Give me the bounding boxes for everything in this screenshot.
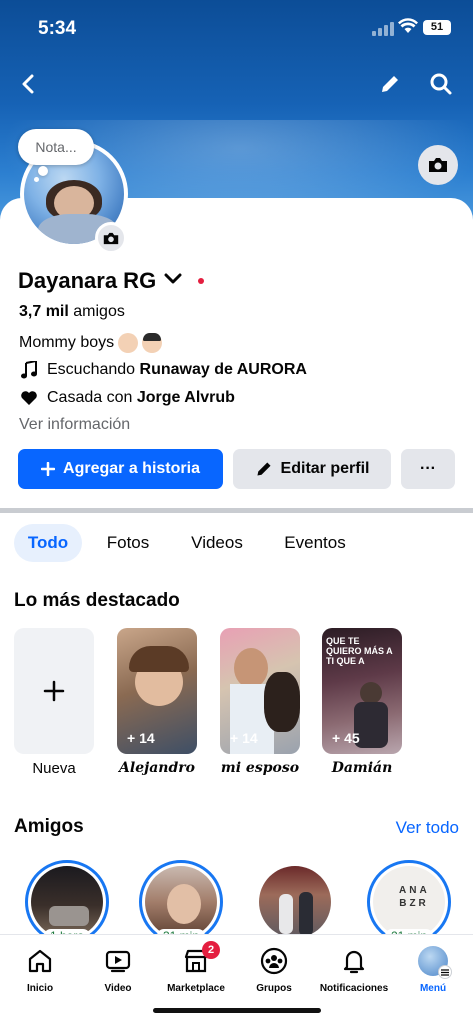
add-story-button[interactable]: Agregar a historia (18, 449, 223, 489)
highlight-label: Alejandro (119, 760, 195, 776)
highlight-card-alejandro[interactable]: + 14 (117, 628, 197, 754)
plus-icon (41, 462, 56, 476)
highlight-card-damian[interactable]: QUE TE QUIERO MÁS A TI QUE A + 45 (322, 628, 402, 754)
edit-profile-button[interactable]: Editar perfil (233, 449, 391, 489)
search-icon[interactable] (425, 68, 457, 100)
note-tail (38, 166, 48, 176)
highlight-label: mi esposo (220, 760, 300, 776)
cover-camera-button[interactable] (418, 145, 458, 185)
friends-count[interactable]: 3,7 mil amigos (19, 303, 125, 321)
pencil-icon[interactable] (374, 68, 406, 100)
chevron-down-icon[interactable] (164, 272, 182, 290)
wifi-icon (398, 18, 418, 36)
bio: Mommy boys (19, 333, 163, 353)
story-overlay-text: ANA BZR (399, 885, 430, 909)
chevron-left-icon[interactable] (12, 68, 44, 100)
heart-icon (19, 388, 39, 408)
groups-icon (258, 945, 290, 977)
signal-icon (372, 22, 394, 36)
highlight-new-card[interactable] (14, 628, 94, 754)
battery-icon: 51 (423, 20, 451, 35)
highlights-title: Lo más destacado (14, 590, 180, 611)
tab-todo[interactable]: Todo (14, 524, 82, 562)
highlight-card-mi-esposo[interactable]: + 14 (220, 628, 300, 754)
home-indicator (153, 1008, 321, 1013)
tab-fotos[interactable]: Fotos (92, 524, 164, 562)
friend-story[interactable]: 31 min (139, 860, 223, 944)
nav-home[interactable]: Inicio (0, 945, 80, 994)
section-divider (0, 508, 473, 513)
avatar-camera-button[interactable] (95, 222, 127, 254)
plus-icon (43, 680, 65, 702)
highlight-count: + 14 (230, 730, 258, 746)
status-time: 5:34 (38, 18, 77, 39)
music-note-icon (19, 360, 39, 380)
nav-marketplace[interactable]: 2 Marketplace (156, 941, 236, 994)
nav-notifications[interactable]: Notificaciones (314, 945, 394, 994)
see-all-friends-link[interactable]: Ver todo (396, 818, 459, 838)
nav-menu[interactable]: Menú (393, 945, 473, 994)
marketplace-icon: 2 (180, 941, 220, 977)
home-icon (24, 945, 56, 977)
profile-name-row[interactable]: Dayanara RG (18, 266, 205, 296)
video-icon (102, 945, 134, 977)
profile-name: Dayanara RG (18, 268, 157, 293)
nav-video[interactable]: Video (78, 945, 158, 994)
notification-badge: 2 (202, 941, 220, 959)
friend-story[interactable]: ANA BZR 21 min (367, 860, 451, 944)
see-info-link[interactable]: Ver información (19, 416, 130, 434)
menu-avatar-icon (417, 945, 452, 979)
pencil-icon (257, 462, 271, 476)
status-dot (198, 278, 205, 284)
nav-groups[interactable]: Grupos (234, 945, 314, 994)
highlight-count: + 45 (332, 730, 360, 746)
tab-eventos[interactable]: Eventos (270, 524, 360, 562)
highlight-label: Damián (331, 760, 393, 776)
boy-emoji-icon (142, 333, 163, 353)
highlight-count: + 14 (127, 730, 155, 746)
more-options-button[interactable]: ··· (401, 449, 455, 489)
baby-emoji-icon (118, 333, 139, 353)
tab-videos[interactable]: Videos (178, 524, 256, 562)
friends-title: Amigos (14, 816, 84, 837)
highlight-label: Nueva (32, 760, 76, 777)
friend-avatar[interactable] (253, 860, 337, 944)
note-bubble[interactable]: Nota... (18, 129, 94, 165)
status-bar: 5:34 51 (0, 0, 473, 56)
listening-row[interactable]: Escuchando Runaway de AURORA (19, 360, 307, 380)
friend-story[interactable]: 1 hora (25, 860, 109, 944)
camera-icon (103, 232, 119, 244)
bell-icon (338, 945, 370, 977)
highlight-overlay-text: QUE TE QUIERO MÁS A TI QUE A (326, 636, 393, 666)
relationship-row[interactable]: Casada con Jorge Alvrub (19, 388, 235, 408)
camera-icon (429, 158, 447, 172)
note-tail-small (34, 177, 39, 182)
